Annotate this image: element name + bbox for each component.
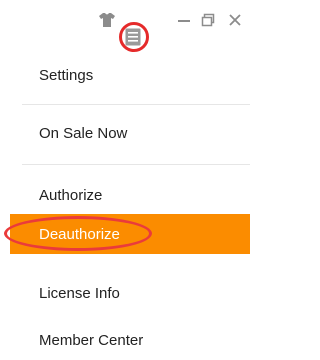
restore-icon[interactable] [198,10,218,30]
menu-item-label: Authorize [39,186,103,204]
minimize-icon[interactable] [174,10,194,30]
skin-icon[interactable] [97,10,117,30]
menu-item-deauthorize[interactable]: Deauthorize [4,214,250,254]
menu-item-label: Member Center [39,331,144,349]
close-icon[interactable] [225,10,245,30]
menu-item-label: Deauthorize [39,225,120,243]
menu-item-label: On Sale Now [39,124,128,142]
menu-item-authorize[interactable]: Authorize [22,175,250,215]
menu-item-settings[interactable]: Settings [22,55,250,95]
menu-item-license-info[interactable]: License Info [22,273,250,313]
title-bar [0,0,259,52]
menu-divider [22,104,250,105]
menu-item-on-sale-now[interactable]: On Sale Now [22,113,250,153]
menu-divider [22,164,250,165]
menu-item-member-center[interactable]: Member Center [22,320,250,360]
menu-item-label: Settings [39,66,94,84]
menu-item-label: License Info [39,284,120,302]
menu-icon[interactable] [123,27,143,47]
